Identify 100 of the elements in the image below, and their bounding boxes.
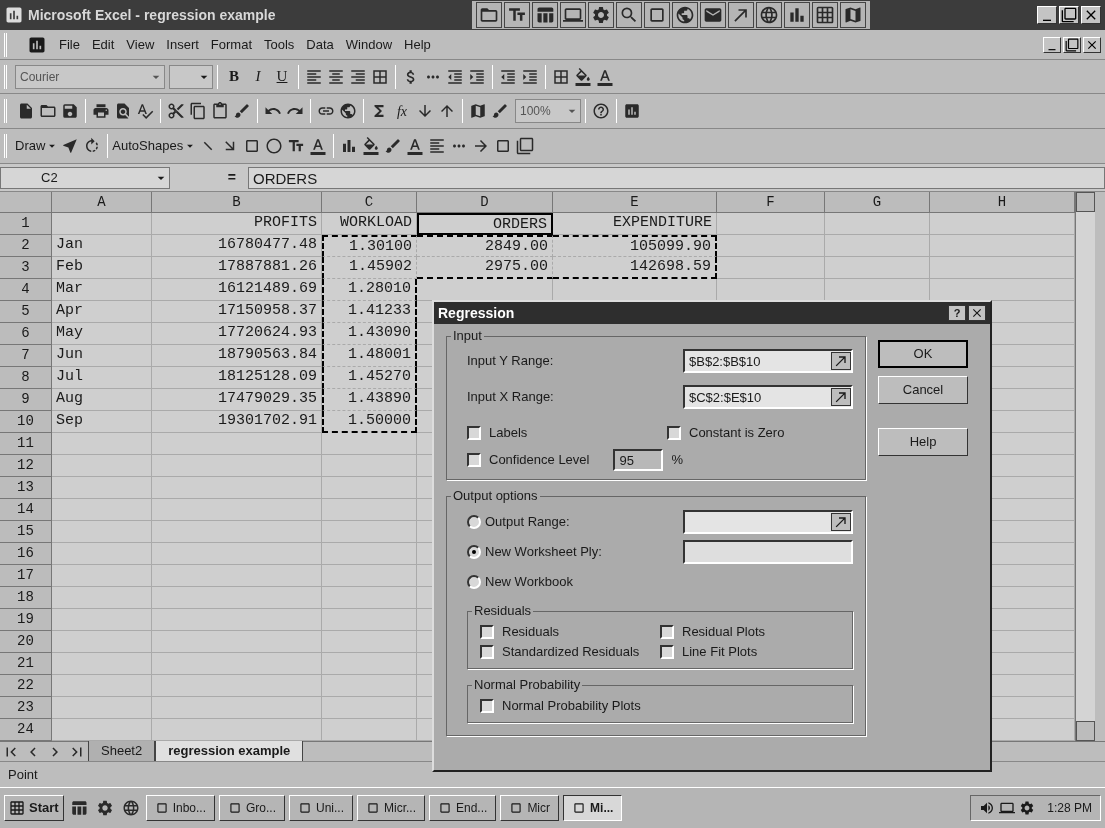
map-icon[interactable] <box>840 2 866 28</box>
search-icon[interactable] <box>616 2 642 28</box>
sheet-name-field[interactable] <box>683 540 853 564</box>
row-header[interactable]: 18 <box>0 587 52 609</box>
window-icon[interactable] <box>572 801 587 815</box>
range-field[interactable] <box>683 510 853 534</box>
menu-item[interactable]: File <box>59 34 80 55</box>
vertical-scrollbar[interactable] <box>1075 192 1095 741</box>
row-header[interactable]: 12 <box>0 455 52 477</box>
menu-item[interactable]: Insert <box>166 34 199 55</box>
monitor-icon[interactable] <box>999 800 1016 816</box>
sheet-tab[interactable]: Sheet2 <box>88 741 156 762</box>
row-header[interactable]: 2 <box>0 235 52 257</box>
checkbox[interactable] <box>667 426 681 440</box>
chart-icon[interactable] <box>784 2 810 28</box>
checkbox[interactable] <box>660 645 674 659</box>
window-icon[interactable] <box>438 801 452 815</box>
gear-icon[interactable] <box>588 2 614 28</box>
row-header[interactable]: 6 <box>0 323 52 345</box>
folder-icon[interactable] <box>476 2 502 28</box>
checkbox[interactable] <box>480 699 494 713</box>
draw-menu-button[interactable]: Draw <box>15 136 60 156</box>
taskbar-task[interactable]: Inbo... <box>145 795 215 821</box>
row-header[interactable]: 13 <box>0 477 52 499</box>
speaker-icon[interactable] <box>979 800 996 816</box>
dialog-button[interactable]: Cancel <box>878 376 968 404</box>
column-header[interactable]: G <box>825 192 930 213</box>
sheet-tab[interactable]: regression example <box>155 741 304 762</box>
taskbar-task[interactable]: Gro... <box>219 795 285 821</box>
radio-button[interactable] <box>467 515 481 529</box>
taskbar-task[interactable]: Uni... <box>289 795 353 821</box>
radio-button[interactable] <box>467 575 481 589</box>
range-field[interactable]: $C$2:$E$10 <box>683 385 853 409</box>
menu-item[interactable]: Format <box>210 34 252 55</box>
row-header[interactable]: 17 <box>0 565 52 587</box>
window-icon[interactable] <box>366 801 380 815</box>
collapse-dialog-icon[interactable] <box>831 388 851 406</box>
bold-button[interactable]: B <box>222 65 246 88</box>
autoshapes-menu-button[interactable]: AutoShapes <box>112 136 198 156</box>
row-header[interactable]: 21 <box>0 653 52 675</box>
restore-icon[interactable] <box>1063 36 1081 53</box>
checkbox[interactable] <box>467 453 481 467</box>
menu-item[interactable]: Help <box>404 34 431 55</box>
row-header[interactable]: 1 <box>0 213 52 235</box>
minimize-icon[interactable] <box>1043 36 1061 53</box>
dialog-button[interactable]: OK <box>878 340 968 368</box>
row-header[interactable]: 8 <box>0 367 52 389</box>
menu-item[interactable]: Edit <box>91 34 115 55</box>
minimize-icon[interactable] <box>1037 6 1057 24</box>
column-header[interactable]: E <box>553 192 717 213</box>
globe-icon[interactable] <box>756 2 782 28</box>
window-icon[interactable] <box>644 2 670 28</box>
row-header[interactable]: 7 <box>0 345 52 367</box>
taskbar-task[interactable]: Micr <box>500 795 560 821</box>
column-header[interactable]: D <box>417 192 553 213</box>
restore-icon[interactable] <box>1059 6 1079 24</box>
row-header[interactable]: 10 <box>0 411 52 433</box>
window-icon[interactable] <box>298 801 312 815</box>
taskbar-task[interactable]: Micr... <box>357 795 425 821</box>
checkbox[interactable] <box>480 625 494 639</box>
radio-button[interactable] <box>467 545 481 559</box>
name-box[interactable]: C2 <box>0 166 170 189</box>
underline-button[interactable]: U <box>270 65 294 88</box>
start-button[interactable]: Start <box>4 795 64 821</box>
column-header[interactable]: C <box>322 192 417 213</box>
font-dropdown[interactable]: Courier <box>15 64 165 89</box>
column-header[interactable]: A <box>52 192 152 213</box>
mail-icon[interactable] <box>700 2 726 28</box>
row-header[interactable]: 22 <box>0 675 52 697</box>
close-icon[interactable] <box>968 305 986 321</box>
window-icon[interactable] <box>228 801 242 815</box>
row-header[interactable]: 19 <box>0 609 52 631</box>
checkbox[interactable] <box>480 645 494 659</box>
menu-item[interactable]: View <box>126 34 155 55</box>
taskbar-task[interactable]: Mi... <box>563 795 623 821</box>
collapse-dialog-icon[interactable] <box>831 513 851 531</box>
row-header[interactable]: 5 <box>0 301 52 323</box>
checkbox[interactable] <box>660 625 674 639</box>
column-header[interactable]: H <box>930 192 1075 213</box>
menu-item[interactable]: Data <box>306 34 334 55</box>
row-header[interactable]: 16 <box>0 543 52 565</box>
formula-field[interactable]: ORDERS <box>248 166 1105 189</box>
checkbox[interactable] <box>467 426 481 440</box>
column-header[interactable]: B <box>152 192 322 213</box>
confidence-field[interactable]: 95 <box>613 449 664 471</box>
monitor-icon[interactable] <box>560 2 586 28</box>
help-button[interactable]: ? <box>948 305 966 321</box>
collapse-dialog-icon[interactable] <box>831 352 851 370</box>
globe-icon[interactable] <box>672 2 698 28</box>
row-header[interactable]: 3 <box>0 257 52 279</box>
row-header[interactable]: 14 <box>0 499 52 521</box>
row-header[interactable]: 15 <box>0 521 52 543</box>
column-header[interactable]: F <box>717 192 825 213</box>
function-button[interactable]: fx <box>390 100 414 122</box>
row-header[interactable]: 11 <box>0 433 52 455</box>
windows-logo-icon[interactable] <box>9 800 25 816</box>
italic-button[interactable]: I <box>246 65 270 88</box>
menu-item[interactable]: Tools <box>264 34 295 55</box>
range-field[interactable]: $B$2:$B$10 <box>683 349 853 373</box>
window-icon[interactable] <box>154 801 169 815</box>
